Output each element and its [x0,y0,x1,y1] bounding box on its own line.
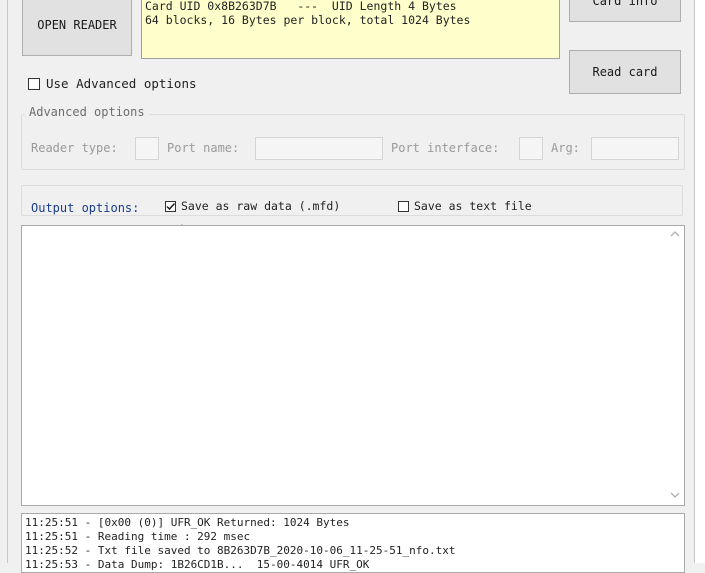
port-interface-field[interactable] [519,137,543,160]
log-line: 11:25:53 - Data Dump: 1B26CD1B... 15-00-… [25,558,370,571]
reader-type-field[interactable] [135,137,159,160]
log-area[interactable]: 11:25:51 - [0x00 (0)] UFR_OK Returned: 1… [21,513,685,573]
window-left-edge [0,0,8,563]
open-reader-button[interactable]: OPEN READER [22,0,132,56]
use-advanced-label: Use Advanced options [46,76,197,91]
port-interface-label: Port interface: [391,141,500,155]
card-info-display: Card UID 0x8B263D7B --- UID Length 4 Byt… [141,0,560,59]
log-line: 11:25:52 - Txt file saved to 8B263D7B_20… [25,544,456,557]
card-info-line-1: Card UID 0x8B263D7B --- UID Length 4 Byt… [145,0,457,13]
advanced-options-title: Advanced options [25,105,149,119]
arg-label: Arg: [551,141,580,155]
save-raw-checkbox[interactable] [165,200,176,212]
card-info-button[interactable]: Card info [569,0,681,22]
save-text-checkbox[interactable] [398,200,409,212]
scroll-down-icon[interactable] [670,492,680,498]
port-name-field[interactable] [255,137,383,160]
use-advanced-option[interactable]: Use Advanced options [28,76,197,91]
window-right-edge [694,0,705,563]
log-line: 11:25:51 - Reading time : 292 msec [25,530,251,543]
read-card-button[interactable]: Read card [569,50,681,94]
output-options-label: Output options: [31,201,140,215]
save-raw-option[interactable]: Save as raw data (.mfd) [165,199,340,213]
output-text-area[interactable] [21,225,685,506]
scroll-up-icon[interactable] [670,231,680,237]
use-advanced-checkbox[interactable] [28,77,40,90]
port-name-label: Port name: [167,141,240,155]
save-text-label: Save as text file [414,199,532,213]
save-raw-label: Save as raw data (.mfd) [181,199,341,213]
save-text-option[interactable]: Save as text file [398,199,532,213]
reader-type-label: Reader type: [31,141,118,155]
card-info-line-2: 64 blocks, 16 Bytes per block, total 102… [145,13,471,27]
output-scrollbar[interactable] [666,226,684,505]
log-line: 11:25:51 - [0x00 (0)] UFR_OK Returned: 1… [25,516,350,529]
arg-field[interactable] [591,137,679,160]
checkmark-icon [166,202,176,210]
